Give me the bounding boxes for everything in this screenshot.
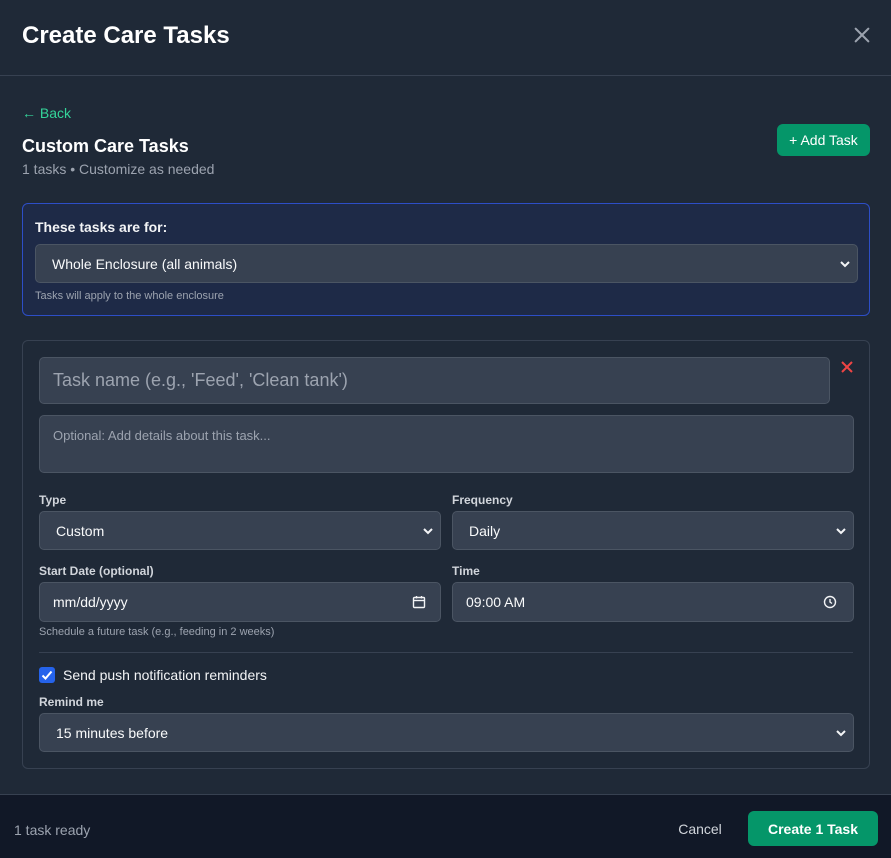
calendar-icon[interactable] xyxy=(412,595,426,609)
chevron-down-icon xyxy=(836,527,846,534)
start-date-value: mm/dd/yyyy xyxy=(53,594,128,610)
target-select[interactable]: Whole Enclosure (all animals) xyxy=(35,244,858,283)
frequency-select-value: Daily xyxy=(469,522,501,539)
create-tasks-button[interactable]: Create 1 Task xyxy=(748,811,878,846)
back-link[interactable]: ← Back xyxy=(22,105,71,121)
remind-select-value: 15 minutes before xyxy=(56,724,169,741)
target-select-value: Whole Enclosure (all animals) xyxy=(52,255,238,272)
footer-status: 1 task ready xyxy=(14,822,91,838)
chevron-down-icon xyxy=(836,729,846,736)
time-input[interactable]: 09:00 AM xyxy=(452,582,854,622)
time-label: Time xyxy=(452,564,480,578)
remind-label: Remind me xyxy=(39,695,104,709)
clock-icon[interactable] xyxy=(823,595,837,609)
cancel-button[interactable]: Cancel xyxy=(668,811,732,846)
modal-title: Create Care Tasks xyxy=(22,22,230,49)
target-help: Tasks will apply to the whole enclosure xyxy=(35,290,224,302)
target-panel: These tasks are for: Whole Enclosure (al… xyxy=(22,203,870,316)
modal-header: Create Care Tasks xyxy=(0,0,891,76)
task-name-input[interactable]: Task name (e.g., 'Feed', 'Clean tank') xyxy=(39,357,830,404)
type-select-value: Custom xyxy=(56,522,105,539)
start-date-input[interactable]: mm/dd/yyyy xyxy=(39,582,441,622)
chevron-down-icon xyxy=(423,527,433,534)
start-date-label: Start Date (optional) xyxy=(39,564,154,578)
add-task-button[interactable]: + Add Task xyxy=(777,124,870,156)
remind-select[interactable]: 15 minutes before xyxy=(39,713,854,752)
checkmark-icon xyxy=(41,670,53,680)
target-label: These tasks are for: xyxy=(35,219,168,235)
chevron-down-icon xyxy=(840,260,850,267)
task-details-placeholder: Optional: Add details about this task... xyxy=(53,428,271,443)
close-icon[interactable] xyxy=(848,22,876,50)
remove-task-icon[interactable] xyxy=(839,359,855,375)
frequency-label: Frequency xyxy=(452,493,513,507)
time-value: 09:00 AM xyxy=(466,594,526,610)
task-details-textarea[interactable]: Optional: Add details about this task... xyxy=(39,415,854,473)
task-card: Task name (e.g., 'Feed', 'Clean tank') O… xyxy=(22,340,870,769)
divider xyxy=(39,652,853,653)
notify-label[interactable]: Send push notification reminders xyxy=(63,667,267,683)
modal-footer: 1 task ready Cancel Create 1 Task xyxy=(0,794,891,858)
frequency-select[interactable]: Daily xyxy=(452,511,854,550)
type-label: Type xyxy=(39,493,67,507)
task-name-placeholder: Task name (e.g., 'Feed', 'Clean tank') xyxy=(53,370,348,390)
start-date-help: Schedule a future task (e.g., feeding in… xyxy=(39,626,275,638)
section-title: Custom Care Tasks xyxy=(22,136,189,156)
type-select[interactable]: Custom xyxy=(39,511,441,550)
notify-checkbox[interactable] xyxy=(39,667,55,683)
section-subtitle: 1 tasks • Customize as needed xyxy=(22,161,215,177)
